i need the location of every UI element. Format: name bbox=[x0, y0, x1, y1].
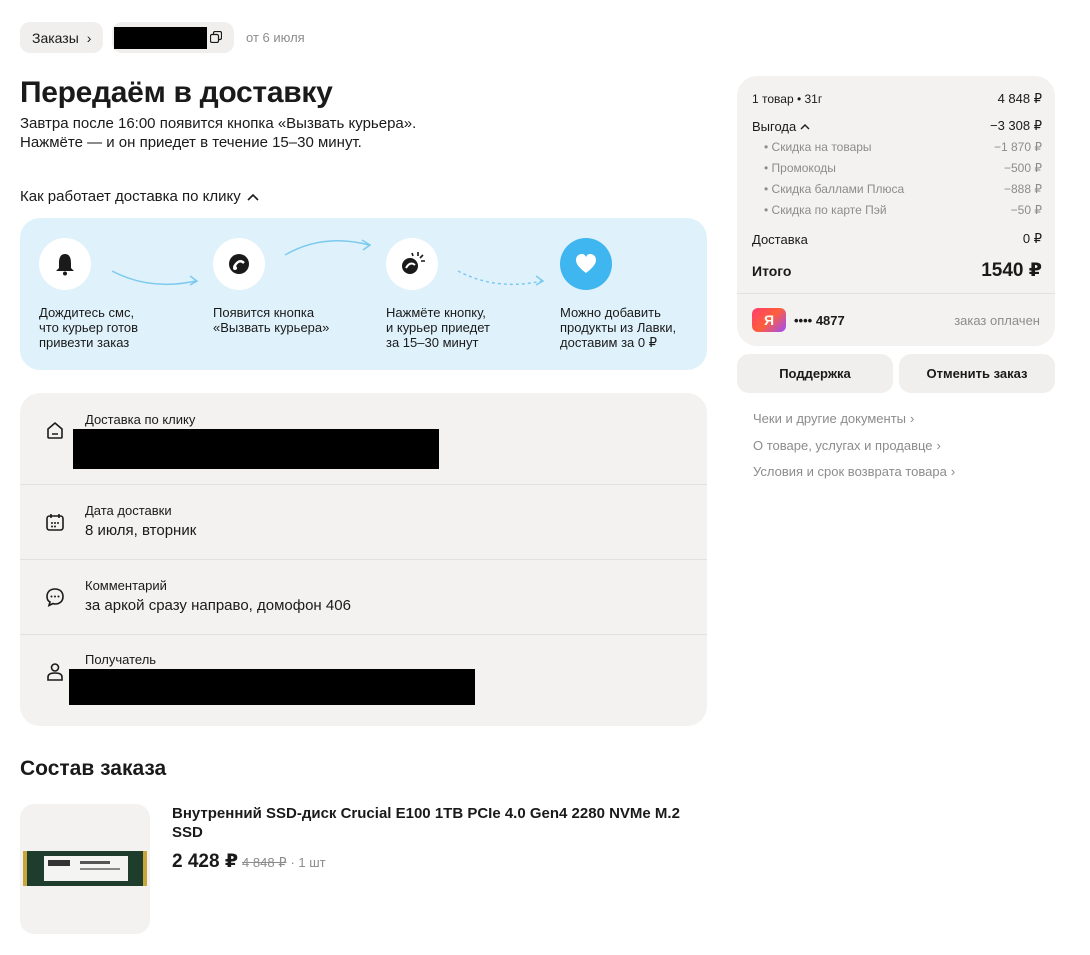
discount-row: • Скидка по карте Пэй −50 ₽ bbox=[764, 203, 1042, 217]
total-row: Итого 1540 ₽ bbox=[752, 259, 1042, 282]
how-delivery-works-toggle[interactable]: Как работает доставка по клику bbox=[20, 188, 259, 205]
payment-status: заказ оплачен bbox=[954, 313, 1040, 328]
status-description: Завтра после 16:00 появится кнопка «Вызв… bbox=[20, 114, 520, 152]
support-button[interactable]: Поддержка bbox=[737, 354, 893, 393]
card-number: •••• 4877 bbox=[794, 313, 845, 328]
receipts-link-label: Чеки и другие документы bbox=[753, 411, 906, 426]
chevron-right-icon: › bbox=[86, 29, 92, 46]
copy-icon[interactable] bbox=[210, 31, 222, 43]
arrow-icon bbox=[284, 239, 372, 256]
benefit-value: −3 308 ₽ bbox=[989, 118, 1042, 133]
discount-row: • Промокоды −500 ₽ bbox=[764, 161, 1042, 175]
heart-icon bbox=[560, 238, 612, 290]
comment-row[interactable]: Комментарий за аркой сразу направо, домо… bbox=[20, 560, 707, 635]
delivery-date-value: 8 июля, вторник bbox=[85, 522, 197, 539]
discount-row: • Скидка баллами Плюса −888 ₽ bbox=[764, 182, 1042, 196]
dashed-arrow-icon bbox=[457, 270, 545, 286]
order-number[interactable] bbox=[112, 22, 234, 53]
quantity: · 1 шт bbox=[290, 855, 326, 870]
comment-label: Комментарий bbox=[85, 578, 167, 593]
recipient-row[interactable]: Получатель bbox=[20, 635, 707, 726]
product-image[interactable] bbox=[20, 804, 150, 934]
chevron-up-icon bbox=[800, 123, 810, 129]
price-old: 4 848 ₽ bbox=[242, 855, 287, 870]
price-current: 2 428 ₽ bbox=[172, 851, 239, 872]
product-price: 2 428 ₽ 4 848 ₽ · 1 шт bbox=[172, 850, 326, 873]
product-name[interactable]: Внутренний SSD-диск Crucial E100 1TB PCI… bbox=[172, 804, 712, 842]
delivery-steps-card: Дождитесь смс, что курьер готов привезти з… bbox=[20, 218, 707, 370]
delivery-cost-label: Доставка bbox=[752, 231, 808, 247]
yandex-pay-logo: Я bbox=[752, 308, 786, 332]
status-line-1: Завтра после 16:00 появится кнопка «Вызв… bbox=[20, 115, 417, 132]
order-contents-title: Состав заказа bbox=[20, 757, 167, 780]
step-1-text: Дождитесь смс, что курьер готов привезти з… bbox=[39, 305, 139, 350]
return-terms-link[interactable]: Условия и срок возврата товара › bbox=[753, 464, 955, 479]
delivery-cost-value: 0 ₽ bbox=[1022, 231, 1042, 246]
ssd-image bbox=[23, 851, 147, 886]
receipts-link[interactable]: Чеки и другие документы › bbox=[753, 411, 914, 426]
delivery-date-label: Дата доставки bbox=[85, 503, 172, 518]
return-terms-link-label: Условия и срок возврата товара bbox=[753, 464, 947, 479]
items-label: 1 товар • 31г bbox=[752, 92, 823, 106]
delivery-type-label: Доставка по клику bbox=[85, 412, 196, 427]
divider bbox=[737, 293, 1055, 294]
how-delivery-works-label: Как работает доставка по клику bbox=[20, 188, 241, 205]
chevron-right-icon: › bbox=[936, 438, 941, 453]
step-3-text: Нажмёте кнопку, и курьер приедет за 15–30 … bbox=[386, 305, 490, 350]
redacted-order-number bbox=[114, 27, 207, 49]
recipient-label: Получатель bbox=[85, 652, 157, 667]
step-2-text: Появится кнопка «Вызвать курьера» bbox=[213, 305, 330, 335]
benefit-row[interactable]: Выгода −3 308 ₽ bbox=[752, 118, 1042, 134]
chevron-right-icon: › bbox=[950, 464, 956, 479]
product-info-link[interactable]: О товаре, услугах и продавце › bbox=[753, 438, 941, 453]
bell-icon bbox=[39, 238, 91, 290]
step-4-text: Можно добавить продукты из Лавки, доставим… bbox=[560, 305, 677, 350]
home-icon bbox=[47, 421, 63, 439]
delivery-address-row[interactable]: Доставка по клику bbox=[20, 393, 707, 485]
breadcrumb-label: Заказы bbox=[32, 29, 79, 46]
delivery-details-card: Доставка по клику Дата доставки 8 июля, … bbox=[20, 393, 707, 726]
order-summary-card: 1 товар • 31г 4 848 ₽ Выгода −3 308 ₽ • … bbox=[737, 76, 1055, 346]
chat-icon bbox=[46, 588, 64, 608]
arrow-icon bbox=[111, 270, 199, 286]
items-value: 4 848 ₽ bbox=[997, 91, 1042, 106]
discount-row: • Скидка на товары −1 870 ₽ bbox=[764, 140, 1042, 154]
page-title: Передаём в доставку bbox=[20, 76, 333, 109]
benefit-label: Выгода bbox=[752, 118, 797, 134]
product-info-link-label: О товаре, услугах и продавце bbox=[753, 438, 933, 453]
comment-value: за аркой сразу направо, домофон 406 bbox=[85, 597, 351, 614]
order-date: от 6 июля bbox=[246, 30, 305, 45]
chevron-up-icon bbox=[247, 193, 259, 201]
items-row: 1 товар • 31г 4 848 ₽ bbox=[752, 91, 1042, 107]
calendar-icon bbox=[46, 514, 64, 531]
total-label: Итого bbox=[752, 262, 792, 279]
redacted-recipient bbox=[69, 669, 475, 705]
breadcrumb-orders[interactable]: Заказы › bbox=[20, 22, 104, 53]
redacted-address bbox=[73, 429, 439, 469]
delivery-cost-row: Доставка 0 ₽ bbox=[752, 231, 1042, 247]
total-value: 1540 ₽ bbox=[981, 260, 1042, 281]
chevron-right-icon: › bbox=[910, 411, 915, 426]
delivery-date-row[interactable]: Дата доставки 8 июля, вторник bbox=[20, 485, 707, 560]
cancel-order-button[interactable]: Отменить заказ bbox=[899, 354, 1055, 393]
press-icon bbox=[386, 238, 438, 290]
tap-icon bbox=[213, 238, 265, 290]
person-icon bbox=[47, 663, 63, 681]
status-line-2: Нажмёте — и он приедет в течение 15–30 м… bbox=[20, 134, 362, 151]
